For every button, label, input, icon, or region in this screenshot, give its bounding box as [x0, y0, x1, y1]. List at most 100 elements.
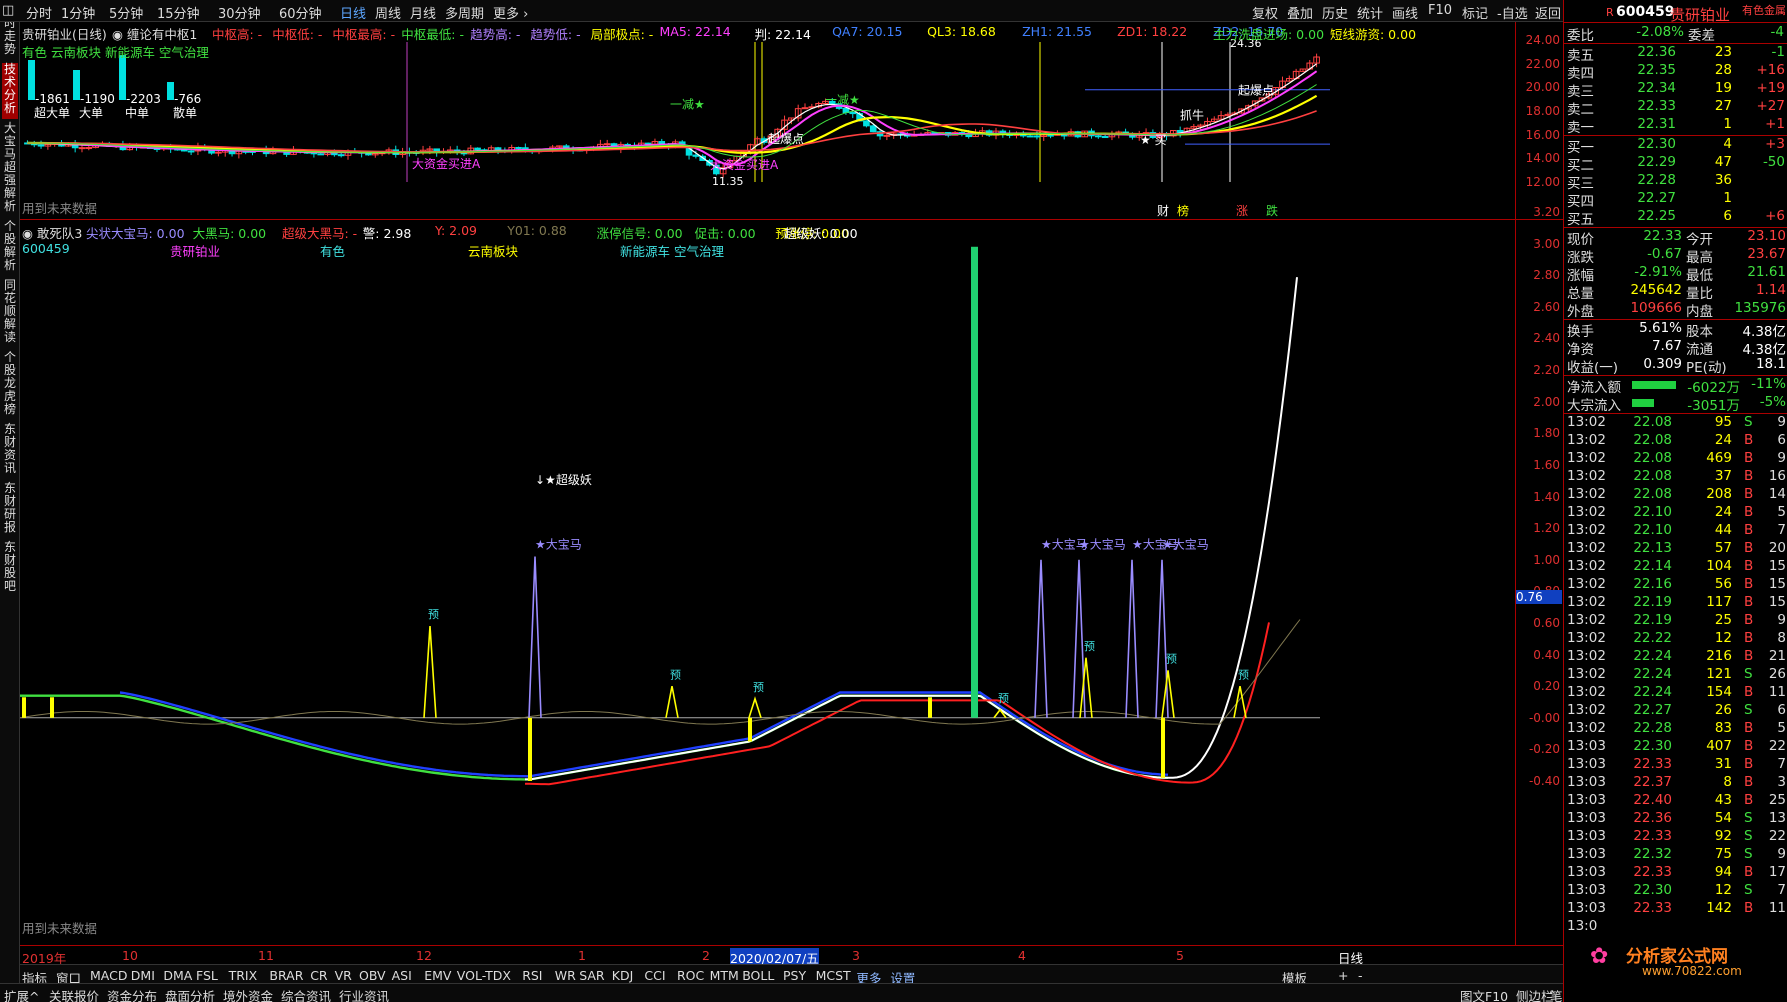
- candle-body-66: [474, 147, 481, 151]
- sidebar-tab-8[interactable]: 东财股吧: [2, 541, 18, 597]
- indicator-tab-18[interactable]: CCI: [644, 968, 665, 983]
- status-item-6[interactable]: 行业资讯: [339, 986, 389, 1002]
- indicator-tab-20[interactable]: MTM: [710, 968, 739, 983]
- toolbar-action-6[interactable]: 标记: [1462, 3, 1488, 22]
- candle-body-157: [1095, 135, 1102, 138]
- ask-row-4-cell-2: 1: [1723, 116, 1732, 132]
- date-tick-4: 1: [578, 948, 586, 963]
- indicator-tab-13[interactable]: VOL-TDX: [457, 968, 511, 983]
- indicator-tab-3[interactable]: DMI: [131, 968, 155, 983]
- low-label: 11.35: [712, 175, 744, 188]
- sidebar-tab-7[interactable]: 东财研报: [2, 482, 18, 538]
- price-chart[interactable]: -1861超大单-1190大单-2203中单-766散单一减★起爆点一减★起爆点…: [20, 22, 1515, 220]
- toolbar-period-9[interactable]: 多周期: [445, 3, 484, 22]
- toolbar-period-2[interactable]: 5分钟: [109, 3, 143, 22]
- sidebar-tab-2[interactable]: 大宝马超强解析: [2, 122, 18, 217]
- toolbar-action-4[interactable]: 画线: [1392, 3, 1418, 22]
- tick-price-10: 22.19: [1633, 594, 1672, 610]
- tick-volume-3: 37: [1714, 468, 1732, 484]
- status-right-1[interactable]: 侧边栏: [1516, 986, 1554, 1002]
- ask-row-0-cell-3: -1: [1771, 44, 1785, 60]
- spike-yu-0: [423, 626, 437, 718]
- toolbar-action-8[interactable]: 返回: [1535, 3, 1561, 22]
- tick-volume-1: 24: [1714, 432, 1732, 448]
- toolbar-action-1[interactable]: 叠加: [1287, 3, 1313, 22]
- toolbar-period-0[interactable]: 分时: [26, 3, 52, 22]
- indicator-tab-16[interactable]: SAR: [579, 968, 604, 983]
- quote-code: 600459: [1616, 4, 1675, 20]
- toolbar-action-5[interactable]: F10: [1428, 3, 1452, 18]
- toolbar-action-0[interactable]: 复权: [1252, 3, 1278, 22]
- indicator-tab-21[interactable]: BOLL: [742, 968, 774, 983]
- indicator-tab-4[interactable]: DMA: [163, 968, 192, 983]
- status-bar: 扩展^ 关联报价 资金分布 盘面分析 境外资金 综合资讯 行业资讯 图文F10 侧边栏笔: [0, 983, 1787, 1002]
- status-item-1[interactable]: 关联报价: [49, 986, 99, 1002]
- indicator-chart[interactable]: ↓★超级妖★大宝马 ★大宝马★大宝马 ★大宝马★大宝马预预预预预预预: [20, 220, 1515, 945]
- indicator-tab-15[interactable]: WR: [555, 968, 576, 983]
- tick-side-27: B: [1744, 900, 1754, 916]
- sidebar-tab-6[interactable]: 东财资讯: [2, 423, 18, 479]
- status-item-5[interactable]: 综合资讯: [281, 986, 331, 1002]
- status-right-2[interactable]: 笔: [1550, 986, 1563, 1002]
- indicator-tick-4: 2.40: [1533, 331, 1560, 346]
- sidebar-tab-5[interactable]: 个股龙虎榜: [2, 351, 18, 420]
- indicator-tab-5[interactable]: FSL: [196, 968, 218, 983]
- candle-body-148: [1033, 135, 1041, 138]
- tick-time-14: 13:02: [1567, 666, 1606, 682]
- indicator-tab-6[interactable]: TRIX: [229, 968, 258, 983]
- flow-value-0: -1861: [35, 92, 70, 106]
- tick-row-5: 13:02 22.10 24 B 5: [1564, 504, 1787, 522]
- sidebar-tab-4[interactable]: 同花顺解读: [2, 279, 18, 348]
- indicator-right-2[interactable]: -: [1358, 968, 1363, 983]
- indicator-tab-9[interactable]: VR: [335, 968, 352, 983]
- indicator-tab-11[interactable]: ASI: [392, 968, 412, 983]
- indicator-tab-22[interactable]: PSY: [783, 968, 806, 983]
- toolbar-period-6[interactable]: 日线: [340, 3, 366, 22]
- price-note-0: 一减★: [670, 98, 705, 112]
- toolbar-period-8[interactable]: 月线: [410, 3, 436, 22]
- indicator-tab-12[interactable]: EMV: [424, 968, 451, 983]
- toolbar-action-3[interactable]: 统计: [1357, 3, 1383, 22]
- indicator-right-1[interactable]: +: [1338, 968, 1348, 983]
- flow-name-2: 中单: [125, 105, 149, 120]
- indicator-tab-23[interactable]: MCST: [816, 968, 851, 983]
- toolbar-action-7[interactable]: -自选: [1497, 3, 1528, 22]
- indicator-tab-7[interactable]: BRAR: [269, 968, 303, 983]
- indicator-tab-2[interactable]: MACD: [90, 968, 127, 983]
- toolbar-period-10[interactable]: 更多 ›: [493, 3, 528, 22]
- tick-count-18: 22: [1768, 738, 1786, 754]
- status-right-0[interactable]: 图文F10: [1460, 986, 1508, 1002]
- indicator-tab-19[interactable]: ROC: [677, 968, 704, 983]
- candle-body-9: [85, 147, 93, 150]
- indicator-cursor-value: 0.76: [1516, 589, 1562, 604]
- indicator-tab-17[interactable]: KDJ: [612, 968, 634, 983]
- toolbar-period-3[interactable]: 15分钟: [157, 3, 200, 22]
- toolbar-menu-icon[interactable]: ◫: [2, 3, 14, 18]
- flow-meter-1: [1632, 399, 1654, 407]
- toolbar-period-5[interactable]: 60分钟: [279, 3, 322, 22]
- toolbar-period-7[interactable]: 周线: [375, 3, 401, 22]
- tick-volume-20: 8: [1723, 774, 1732, 790]
- indicator-tab-10[interactable]: OBV: [359, 968, 386, 983]
- flow-bar-0: [28, 60, 35, 100]
- status-item-4[interactable]: 境外资金: [223, 986, 273, 1002]
- sidebar-tab-1[interactable]: 技术分析: [2, 63, 18, 119]
- tick-volume-22: 54: [1714, 810, 1732, 826]
- tick-row-20: 13:03 22.37 8 B 3: [1564, 774, 1787, 792]
- indicator-tab-14[interactable]: RSI: [522, 968, 542, 983]
- indicator-tick-7: 1.80: [1533, 426, 1560, 441]
- indicator-tab-8[interactable]: CR: [310, 968, 327, 983]
- sidebar-tab-3[interactable]: 个股解析: [2, 220, 18, 276]
- status-item-0[interactable]: 扩展^: [4, 986, 39, 1002]
- price-note-7: 大资金买进A: [710, 157, 779, 172]
- toolbar-period-4[interactable]: 30分钟: [218, 3, 261, 22]
- status-item-2[interactable]: 资金分布: [107, 986, 157, 1002]
- flow-row-0: 净流入额 -6022万 -11%: [1564, 376, 1787, 396]
- tick-row-13: 13:02 22.24 216 B 21: [1564, 648, 1787, 666]
- status-item-3[interactable]: 盘面分析: [165, 986, 215, 1002]
- toolbar-period-1[interactable]: 1分钟: [61, 3, 95, 22]
- yu-label-2: 预: [753, 681, 764, 694]
- candle-body-24: [187, 150, 195, 153]
- toolbar-action-2[interactable]: 历史: [1322, 3, 1348, 22]
- spike-bao-4: [1155, 559, 1169, 718]
